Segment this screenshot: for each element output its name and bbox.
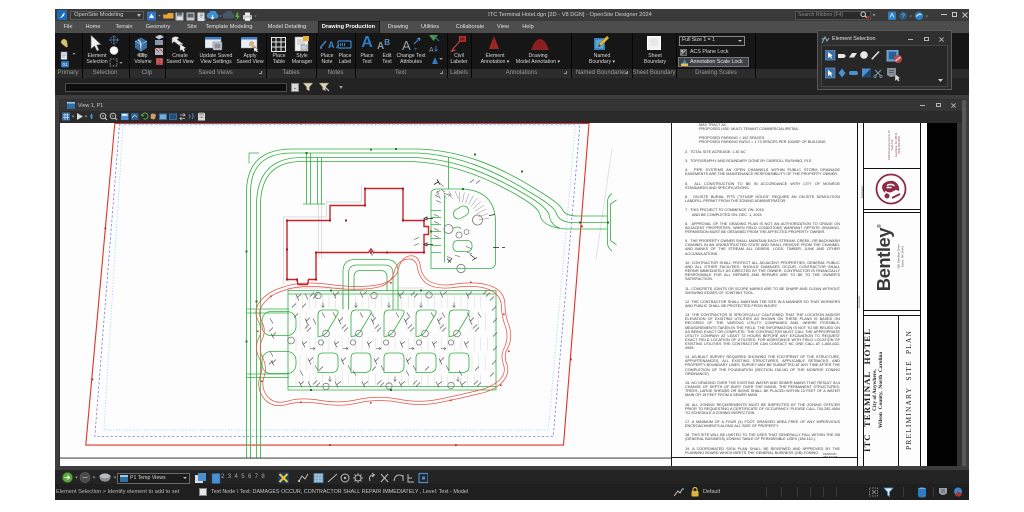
svg-text:?: ? [901,13,905,20]
svg-text:A: A [328,40,335,49]
svg-text:A: A [402,38,411,52]
svg-text:+: + [414,47,418,52]
svg-text:A: A [429,47,434,54]
svg-text:01: 01 [62,62,68,67]
